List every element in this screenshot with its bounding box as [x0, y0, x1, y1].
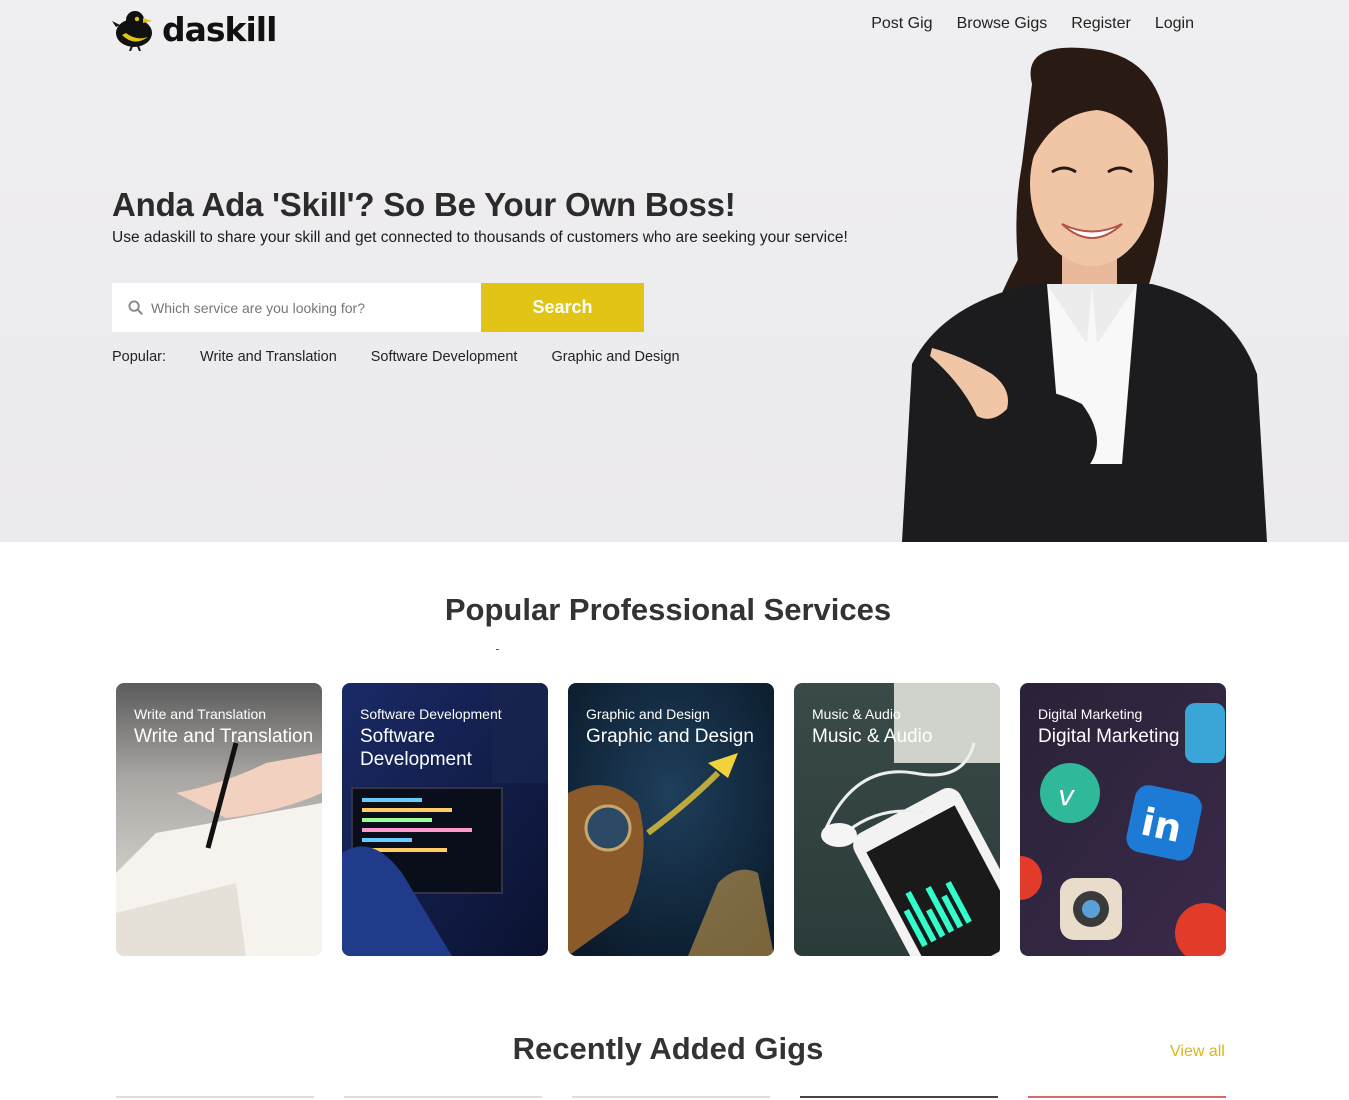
hero-title: Anda Ada 'Skill'? So Be Your Own Boss!: [112, 186, 736, 223]
title-divider: [496, 649, 499, 650]
gig-card-top[interactable]: [1028, 1096, 1226, 1098]
search-button[interactable]: Search: [481, 283, 644, 332]
card-category: Music & Audio: [812, 706, 901, 722]
gig-card-top[interactable]: [116, 1096, 314, 1098]
hero-subtitle: Use adaskill to share your skill and get…: [112, 229, 848, 246]
nav-login[interactable]: Login: [1155, 12, 1194, 36]
service-card-graphic-design[interactable]: Graphic and Design Graphic and Design: [568, 683, 774, 956]
service-card-write-translation[interactable]: Write and Translation Write and Translat…: [116, 683, 322, 956]
popular-tag-graphic-design[interactable]: Graphic and Design: [551, 349, 679, 365]
card-category: Software Development: [360, 706, 502, 722]
card-category: Write and Translation: [134, 706, 267, 722]
site-logo[interactable]: daskill: [112, 6, 277, 52]
popular-tag-write-translation[interactable]: Write and Translation: [200, 349, 337, 365]
search-bar: Search: [112, 283, 644, 332]
social-apps-image: v in: [1020, 683, 1226, 956]
service-card-digital-marketing[interactable]: v in Digital Marketing Digital Marketing: [1020, 683, 1226, 956]
hero-woman-image: [902, 47, 1267, 542]
card-title: Digital Marketing: [1038, 726, 1180, 747]
bird-logo-icon: [112, 11, 152, 51]
nav-register[interactable]: Register: [1071, 12, 1131, 36]
coding-image: [342, 683, 548, 956]
gig-card-top[interactable]: [572, 1096, 770, 1098]
hero-section: daskill Post Gig Browse Gigs Register Lo…: [0, 0, 1349, 542]
search-field: [112, 283, 481, 332]
music-phone-image: [794, 683, 1000, 956]
card-title: Graphic and Design: [586, 726, 754, 747]
nav-browse-gigs[interactable]: Browse Gigs: [957, 12, 1048, 36]
card-title: Write and Translation: [134, 726, 314, 747]
popular-label: Popular:: [112, 349, 167, 365]
top-nav: Post Gig Browse Gigs Register Login: [871, 12, 1194, 36]
search-icon: [128, 300, 143, 315]
card-title: Music & Audio: [812, 726, 933, 747]
nav-post-gig[interactable]: Post Gig: [871, 12, 932, 36]
gig-card-top[interactable]: [344, 1096, 542, 1098]
card-category: Digital Marketing: [1038, 706, 1143, 722]
search-input[interactable]: [151, 299, 471, 316]
card-category: Graphic and Design: [586, 706, 710, 722]
popular-tags: Popular: Write and Translation Software …: [112, 349, 714, 365]
gig-card-top[interactable]: [800, 1096, 998, 1098]
svg-text:v: v: [1058, 779, 1075, 812]
service-card-software-development[interactable]: Software Development Software Developmen…: [342, 683, 548, 956]
logo-text: daskill: [162, 9, 277, 49]
card-title: Software Development: [360, 726, 472, 770]
services-title: Popular Professional Services: [444, 592, 892, 627]
service-card-music-audio[interactable]: Music & Audio Music & Audio: [794, 683, 1000, 956]
popular-tag-software-development[interactable]: Software Development: [371, 349, 518, 365]
recent-gigs-title: Recently Added Gigs: [512, 1031, 824, 1066]
view-all-link[interactable]: View all: [1170, 1043, 1225, 1061]
service-cards: Write and Translation Write and Translat…: [116, 683, 1226, 956]
writing-image: [116, 683, 322, 956]
design-art-image: [568, 683, 774, 956]
